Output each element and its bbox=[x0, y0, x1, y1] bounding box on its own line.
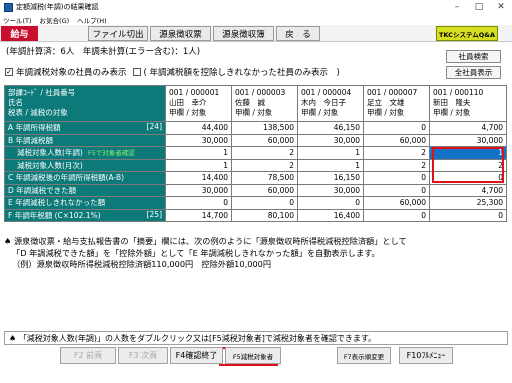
cell[interactable]: 0 bbox=[165, 196, 232, 210]
table-row: F 年調年税額 (C×102.1%) [25] 14,700 80,100 16,… bbox=[4, 208, 507, 222]
f5-tax-reduction-target-button[interactable]: F5減税対象者 bbox=[225, 347, 281, 364]
cell[interactable]: 138,500 bbox=[231, 121, 298, 135]
status-bar: ♠ 「減税対象人数(年調)」の人数をダブルクリック又は[F5減税対象者]で減税対… bbox=[4, 331, 508, 345]
cell[interactable]: 78,500 bbox=[231, 171, 298, 185]
cell[interactable]: 60,000 bbox=[231, 133, 298, 147]
cell[interactable]: 60,000 bbox=[363, 196, 430, 210]
cell[interactable]: 16,400 bbox=[297, 208, 364, 222]
count-annual-cell[interactable]: 1 bbox=[165, 146, 232, 160]
kyuyo-badge: 給与 bbox=[1, 26, 38, 41]
employee-header-5[interactable]: 001 / 000110 新田 隆夫 甲欄 / 対象 bbox=[429, 85, 507, 122]
count-annual-cell[interactable]: 1 bbox=[297, 146, 364, 160]
row-label-c: C 年調減税後の年調所得税額(A-B) bbox=[4, 171, 166, 185]
back-button[interactable]: 戻 る bbox=[276, 26, 320, 41]
toolbar: 給与 ファイル切出 源泉徴収票 源泉徴収簿 戻 る TKCシステムQ&A bbox=[0, 25, 512, 42]
highlight-box-counts bbox=[432, 147, 504, 183]
minimize-icon[interactable]: – bbox=[446, 2, 468, 12]
menu-help[interactable]: ヘルプ(H) bbox=[77, 15, 106, 25]
title-bar: 定額減税(年調)の結果確認 – □ ✕ bbox=[0, 0, 512, 14]
employee-search-button[interactable]: 社員検索 bbox=[446, 50, 501, 63]
grid-header-label: 部課ｺｰﾄﾞ / 社員番号 氏名 税表 / 減税の対象 bbox=[4, 85, 166, 122]
menu-favorites[interactable]: お気合(G) bbox=[40, 15, 70, 25]
cell[interactable]: 14,700 bbox=[165, 208, 232, 222]
cell[interactable]: 30,000 bbox=[165, 183, 232, 197]
description-line: 「D 年調減税できた額」を「控除外額」として「E 年調減税しきれなかった額」を自… bbox=[12, 247, 380, 258]
withholding-ledger-button[interactable]: 源泉徴収簿 bbox=[213, 26, 274, 41]
f5-hint: F5で対象者確認 bbox=[87, 149, 135, 158]
cell[interactable]: 0 bbox=[363, 183, 430, 197]
description-line: （例）源泉徴収時所得税減税控除済額110,000円 控除外額10,000円 bbox=[12, 259, 272, 269]
cell[interactable]: 30,000 bbox=[297, 133, 364, 147]
cell[interactable]: 14,400 bbox=[165, 171, 232, 185]
tkc-logo[interactable]: TKCシステムQ&A bbox=[436, 26, 498, 41]
cell[interactable]: 60,000 bbox=[231, 183, 298, 197]
calc-summary: (年調計算済：6人 年調未計算(エラー含む)：1人) bbox=[6, 47, 201, 57]
cell[interactable]: 80,100 bbox=[231, 208, 298, 222]
table-row: B 年調減税額 30,000 60,000 30,000 60,000 30,0… bbox=[4, 133, 507, 147]
f7-sort-order-button[interactable]: F7表示順変更 bbox=[337, 347, 391, 364]
cell[interactable]: 30,000 bbox=[165, 133, 232, 147]
app-icon bbox=[4, 2, 13, 12]
f3-next-page-button[interactable]: F3 次頁 bbox=[118, 347, 168, 364]
cell[interactable]: 60,000 bbox=[363, 133, 430, 147]
cell[interactable]: 44,400 bbox=[165, 121, 232, 135]
file-export-button[interactable]: ファイル切出 bbox=[88, 26, 148, 41]
filter-label-not-deducted: ( 年調減税額を控除しきれなかった社員のみ表示 ) bbox=[143, 68, 340, 78]
cell[interactable]: 30,000 bbox=[297, 183, 364, 197]
cell[interactable]: 0 bbox=[429, 208, 507, 222]
window-title: 定額減税(年調)の結果確認 bbox=[16, 3, 99, 11]
employee-header-2[interactable]: 001 / 000003 佐藤 誠甲欄 / 対象 bbox=[231, 85, 298, 122]
table-row: D 年調減税できた額 30,000 60,000 30,000 0 4,700 bbox=[4, 183, 507, 197]
row-label-a: A 年調所得税額 [24] bbox=[4, 121, 166, 135]
employee-header-3[interactable]: 001 / 000004 木内 今日子 甲欄 / 対象 bbox=[297, 85, 364, 122]
row-label-b: B 年調減税額 bbox=[4, 133, 166, 147]
row-label-f: F 年調年税額 (C×102.1%) [25] bbox=[4, 208, 166, 222]
menu-tools[interactable]: ツール(T) bbox=[3, 15, 32, 25]
filter-checkbox-not-deducted[interactable] bbox=[132, 68, 141, 76]
cell[interactable]: 4,700 bbox=[429, 183, 507, 197]
cell[interactable]: 0 bbox=[363, 208, 430, 222]
count-monthly-cell[interactable]: 1 bbox=[165, 158, 232, 172]
employee-header-4[interactable]: 001 / 000007 足立 文雄 甲欄 / 対象 bbox=[363, 85, 430, 122]
employee-header-1[interactable]: 001 / 000001 山田 幸介 甲欄 / 対象 bbox=[165, 85, 232, 122]
cell[interactable]: 0 bbox=[363, 121, 430, 135]
description-line: ♠ 源泉徴収票・給与支払報告書の「摘要」欄には、次の例のように「源泉徴収時所得税… bbox=[4, 236, 407, 246]
cell[interactable]: 0 bbox=[297, 196, 364, 210]
grid-header-row: 部課ｺｰﾄﾞ / 社員番号 氏名 税表 / 減税の対象 001 / 000001… bbox=[4, 85, 507, 122]
maximize-icon[interactable]: □ bbox=[468, 2, 490, 12]
cell[interactable]: 16,150 bbox=[297, 171, 364, 185]
count-monthly-cell[interactable]: 2 bbox=[363, 158, 430, 172]
cell[interactable]: 0 bbox=[363, 171, 430, 185]
row-label-d: D 年調減税できた額 bbox=[4, 183, 166, 197]
filter-label-target-only: 年調減税対象の社員のみ表示 bbox=[16, 68, 127, 78]
function-key-bar: F2 前頁 F3 次頁 F4確認終了 F5減税対象者 F7表示順変更 F10ﾌﾙ… bbox=[4, 347, 508, 364]
menu-bar: ツール(T) お気合(G) ヘルプ(H) bbox=[0, 14, 512, 25]
close-icon[interactable]: ✕ bbox=[490, 2, 512, 12]
count-monthly-cell[interactable]: 2 bbox=[231, 158, 298, 172]
f10-full-menu-button[interactable]: F10ﾌﾙﾒﾆｭｰ bbox=[399, 347, 453, 364]
cell[interactable]: 0 bbox=[231, 196, 298, 210]
row-label-count-monthly: 減税対象人数(月次) bbox=[4, 158, 166, 172]
cell[interactable]: 25,300 bbox=[429, 196, 507, 210]
count-annual-cell[interactable]: 2 bbox=[231, 146, 298, 160]
filter-checkbox-target-only[interactable] bbox=[5, 68, 13, 76]
row-label-e: E 年調減税しきれなかった額 bbox=[4, 196, 166, 210]
count-annual-cell[interactable]: 2 bbox=[363, 146, 430, 160]
row-label-count-annual: 減税対象人数(年調) F5で対象者確認 bbox=[4, 146, 166, 160]
cell[interactable]: 30,000 bbox=[429, 133, 507, 147]
filter-row: 年調減税対象の社員のみ表示 ( 年調減税額を控除しきれなかった社員のみ表示 ) bbox=[5, 66, 340, 78]
table-row: A 年調所得税額 [24] 44,400 138,500 46,150 0 4,7… bbox=[4, 121, 507, 135]
description-block: ♠ 源泉徴収票・給与支払報告書の「摘要」欄には、次の例のように「源泉徴収時所得税… bbox=[4, 236, 504, 271]
f2-prev-page-button[interactable]: F2 前頁 bbox=[60, 347, 116, 364]
withholding-slip-button[interactable]: 源泉徴収票 bbox=[150, 26, 211, 41]
f4-confirm-end-button[interactable]: F4確認終了 bbox=[170, 347, 223, 364]
table-row: E 年調減税しきれなかった額 0 0 0 60,000 25,300 bbox=[4, 196, 507, 210]
cell[interactable]: 4,700 bbox=[429, 121, 507, 135]
show-all-employees-button[interactable]: 全社員表示 bbox=[446, 66, 501, 79]
count-monthly-cell[interactable]: 1 bbox=[297, 158, 364, 172]
cell[interactable]: 46,150 bbox=[297, 121, 364, 135]
